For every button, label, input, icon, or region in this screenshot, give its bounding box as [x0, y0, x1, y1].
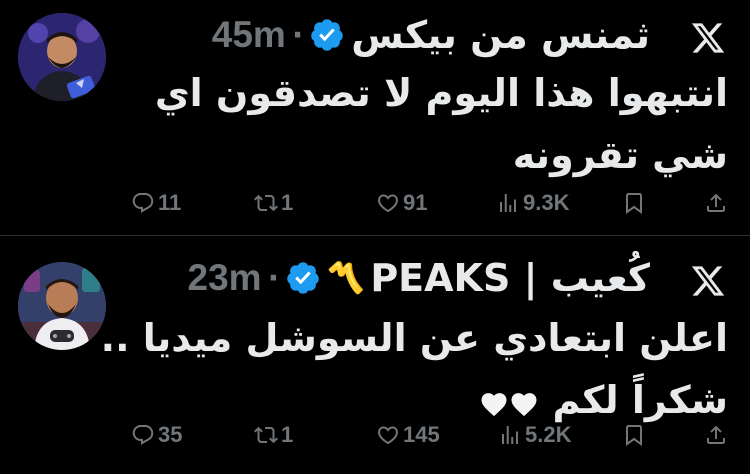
- separator-dot: ·: [291, 17, 304, 53]
- x-logo-icon: [690, 263, 726, 299]
- repost-icon: [254, 191, 278, 215]
- verified-badge-icon: [309, 17, 345, 53]
- tweet-text: اعلن ابتعادي عن السوشل ميديا .. شكراً لك…: [101, 307, 728, 431]
- like-count: 91: [403, 190, 428, 215]
- tweet-card[interactable]: 23m · 〽️ PEAKS | كُعيب اعلن ابتعادي عن ا…: [0, 236, 750, 474]
- views-count: 9.3K: [523, 190, 570, 215]
- repost-count: 1: [281, 190, 294, 215]
- timestamp[interactable]: 45m: [212, 14, 286, 56]
- bookmark-button[interactable]: [622, 420, 646, 450]
- bookmark-icon: [622, 423, 646, 447]
- action-bar: 11 1 91 9.3K: [0, 188, 750, 218]
- tweet-text-line: اعلن ابتعادي عن السوشل ميديا ..: [100, 316, 728, 360]
- bookmark-icon: [622, 191, 646, 215]
- action-bar: 35 1 145 5.2K: [0, 420, 750, 450]
- reply-button[interactable]: 35: [131, 420, 182, 450]
- reply-count: 35: [158, 422, 183, 447]
- like-icon: [376, 423, 400, 447]
- views-button[interactable]: 5.2K: [498, 420, 571, 450]
- tweet-text-segment: شكراً لكم: [552, 378, 728, 422]
- avatar-image: [18, 262, 106, 350]
- like-count: 145: [403, 422, 440, 447]
- verified-badge-icon: [285, 260, 321, 296]
- repost-button[interactable]: 1: [254, 420, 293, 450]
- share-icon: [704, 423, 728, 447]
- reply-count: 11: [158, 190, 182, 215]
- share-button[interactable]: [704, 420, 728, 450]
- avatar-image: [18, 13, 106, 101]
- views-icon: [496, 191, 520, 215]
- repost-button[interactable]: 1: [254, 188, 293, 218]
- white-heart-icon: [509, 389, 539, 417]
- timestamp[interactable]: 23m: [188, 257, 262, 299]
- like-button[interactable]: 145: [376, 420, 440, 450]
- avatar[interactable]: [18, 262, 106, 350]
- tweet-text-line: انتبهوا هذا اليوم لا تصدقون اي: [154, 71, 728, 115]
- display-name[interactable]: ثمنس من بيكس: [351, 13, 650, 57]
- display-name[interactable]: PEAKS | كُعيب: [370, 256, 650, 300]
- share-icon: [704, 191, 728, 215]
- x-logo-icon: [690, 20, 726, 56]
- share-button[interactable]: [704, 188, 728, 218]
- views-count: 5.2K: [525, 422, 572, 447]
- reply-icon: [131, 191, 155, 215]
- repost-icon: [254, 423, 278, 447]
- tweet-text-line: شي تقرونه: [512, 133, 728, 177]
- separator-dot: ·: [267, 260, 279, 296]
- avatar[interactable]: [18, 13, 106, 101]
- emoji-hearts: [479, 378, 539, 422]
- tweet-text: انتبهوا هذا اليوم لا تصدقون اي شي تقرونه: [155, 62, 728, 186]
- reply-icon: [131, 423, 155, 447]
- name-emoji: 〽️: [326, 260, 365, 296]
- tweet-header: 23m · 〽️ PEAKS | كُعيب: [188, 253, 651, 303]
- views-button[interactable]: 9.3K: [496, 188, 569, 218]
- repost-count: 1: [281, 422, 294, 447]
- like-button[interactable]: 91: [376, 188, 427, 218]
- reply-button[interactable]: 11: [131, 188, 181, 218]
- tweet-header: 45m · ثمنس من بيكس: [212, 10, 650, 60]
- white-heart-icon: [479, 389, 509, 417]
- bookmark-button[interactable]: [622, 188, 646, 218]
- tweet-card[interactable]: 45m · ثمنس من بيكس انتبهوا هذا اليوم لا …: [0, 0, 750, 236]
- like-icon: [376, 191, 400, 215]
- views-icon: [498, 423, 522, 447]
